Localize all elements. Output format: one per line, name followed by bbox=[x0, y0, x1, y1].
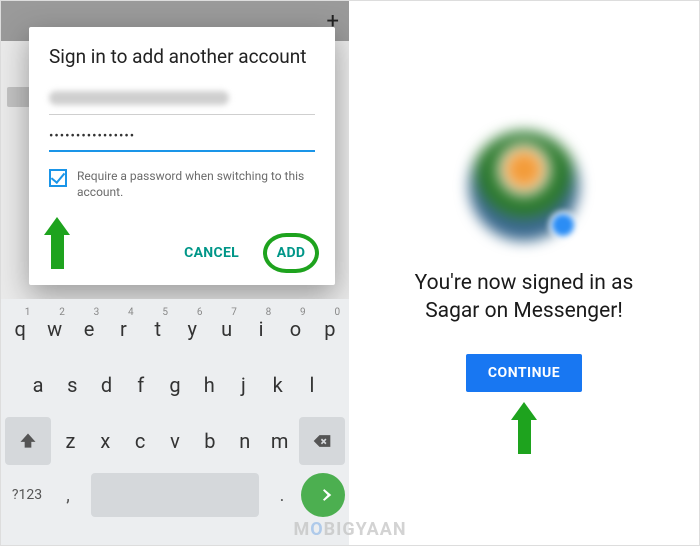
cancel-button[interactable]: CANCEL bbox=[184, 245, 239, 261]
key-v[interactable]: v bbox=[160, 417, 191, 465]
key-t[interactable]: t5 bbox=[143, 305, 173, 353]
require-password-checkbox[interactable] bbox=[49, 169, 67, 187]
key-backspace[interactable] bbox=[299, 417, 345, 465]
screenshot-pair: + Sign in to add another account •••••••… bbox=[0, 0, 700, 546]
key-symbols[interactable]: ?123 bbox=[5, 473, 49, 517]
key-h[interactable]: h bbox=[194, 361, 224, 409]
key-period[interactable]: . bbox=[267, 473, 297, 517]
key-z[interactable]: z bbox=[55, 417, 86, 465]
key-d[interactable]: d bbox=[91, 361, 121, 409]
messenger-badge-icon bbox=[549, 211, 577, 239]
avatar bbox=[469, 131, 579, 241]
key-comma[interactable]: , bbox=[53, 473, 83, 517]
key-enter[interactable] bbox=[301, 473, 345, 517]
password-value: •••••••••••••••• bbox=[49, 129, 315, 150]
key-y[interactable]: y6 bbox=[177, 305, 207, 353]
email-field[interactable] bbox=[49, 91, 315, 115]
signin-dialog: Sign in to add another account •••••••••… bbox=[29, 27, 335, 285]
key-l[interactable]: l bbox=[297, 361, 327, 409]
key-n[interactable]: n bbox=[229, 417, 260, 465]
key-a[interactable]: a bbox=[23, 361, 53, 409]
key-b[interactable]: b bbox=[194, 417, 225, 465]
annotation-arrow-continue bbox=[511, 402, 537, 454]
key-j[interactable]: j bbox=[228, 361, 258, 409]
key-i[interactable]: i8 bbox=[246, 305, 276, 353]
checkbox-label: Require a password when switching to thi… bbox=[77, 168, 315, 200]
add-button[interactable]: ADD bbox=[277, 245, 306, 261]
key-m[interactable]: m bbox=[264, 417, 295, 465]
left-screenshot: + Sign in to add another account •••••••… bbox=[1, 1, 349, 545]
key-o[interactable]: o9 bbox=[280, 305, 310, 353]
kb-row-2: a s d f g h j k l bbox=[5, 361, 345, 409]
backspace-icon bbox=[312, 431, 332, 451]
key-x[interactable]: x bbox=[90, 417, 121, 465]
key-g[interactable]: g bbox=[160, 361, 190, 409]
key-f[interactable]: f bbox=[126, 361, 156, 409]
input-underline bbox=[49, 114, 315, 115]
kb-row-1: q1 w2 e3 r4 t5 y6 u7 i8 o9 p0 bbox=[5, 305, 345, 353]
key-c[interactable]: c bbox=[125, 417, 156, 465]
onscreen-keyboard: q1 w2 e3 r4 t5 y6 u7 i8 o9 p0 a s d f g … bbox=[1, 299, 349, 545]
password-field[interactable]: •••••••••••••••• bbox=[49, 129, 315, 152]
email-blurred-value bbox=[49, 91, 229, 105]
input-underline-focused bbox=[49, 150, 315, 152]
right-screenshot: You're now signed in as Sagar on Messeng… bbox=[349, 1, 699, 545]
key-shift[interactable] bbox=[5, 417, 51, 465]
kb-row-4: ?123 , . bbox=[5, 473, 345, 517]
watermark: MOBIGYAAN bbox=[293, 519, 406, 540]
arrow-right-icon bbox=[312, 484, 334, 506]
key-w[interactable]: w2 bbox=[39, 305, 69, 353]
key-e[interactable]: e3 bbox=[74, 305, 104, 353]
key-p[interactable]: p0 bbox=[315, 305, 345, 353]
key-space[interactable] bbox=[91, 473, 259, 517]
shift-icon bbox=[18, 431, 38, 451]
signed-in-message: You're now signed in as Sagar on Messeng… bbox=[389, 269, 660, 326]
key-r[interactable]: r4 bbox=[108, 305, 138, 353]
dialog-title: Sign in to add another account bbox=[49, 45, 315, 69]
continue-button[interactable]: CONTINUE bbox=[466, 354, 582, 392]
key-k[interactable]: k bbox=[263, 361, 293, 409]
kb-row-3: z x c v b n m bbox=[5, 417, 345, 465]
key-u[interactable]: u7 bbox=[211, 305, 241, 353]
key-q[interactable]: q1 bbox=[5, 305, 35, 353]
key-s[interactable]: s bbox=[57, 361, 87, 409]
annotation-arrow-checkbox bbox=[45, 217, 69, 269]
add-button-highlight-circle: ADD bbox=[263, 233, 319, 273]
